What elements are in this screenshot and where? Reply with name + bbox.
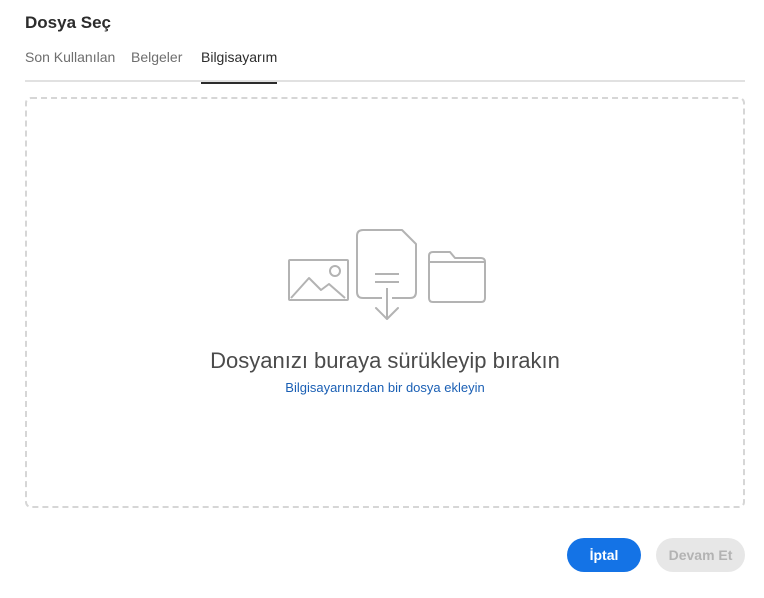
- dialog-title: Dosya Seç: [25, 13, 111, 32]
- continue-button[interactable]: Devam Et: [656, 538, 745, 572]
- cancel-button[interactable]: İptal: [567, 538, 641, 572]
- tab-my-computer[interactable]: Bilgisayarım: [201, 48, 278, 84]
- file-select-dialog: Dosya Seç Son Kullanılan Belgeler Bilgis…: [0, 0, 764, 598]
- tab-recent[interactable]: Son Kullanılan: [25, 48, 115, 82]
- tab-documents[interactable]: Belgeler: [131, 48, 182, 82]
- folder-icon: [428, 251, 486, 303]
- image-icon: [288, 259, 349, 301]
- tab-bar: Son Kullanılan Belgeler Bilgisayarım: [25, 48, 745, 84]
- file-drop-zone[interactable]: Dosyanızı buraya sürükleyip bırakın Bilg…: [25, 97, 745, 508]
- drop-instruction: Dosyanızı buraya sürükleyip bırakın: [210, 348, 560, 373]
- browse-computer-link[interactable]: Bilgisayarınızdan bir dosya ekleyin: [27, 379, 743, 397]
- drop-illustration: [288, 229, 486, 320]
- document-download-icon: [356, 229, 417, 320]
